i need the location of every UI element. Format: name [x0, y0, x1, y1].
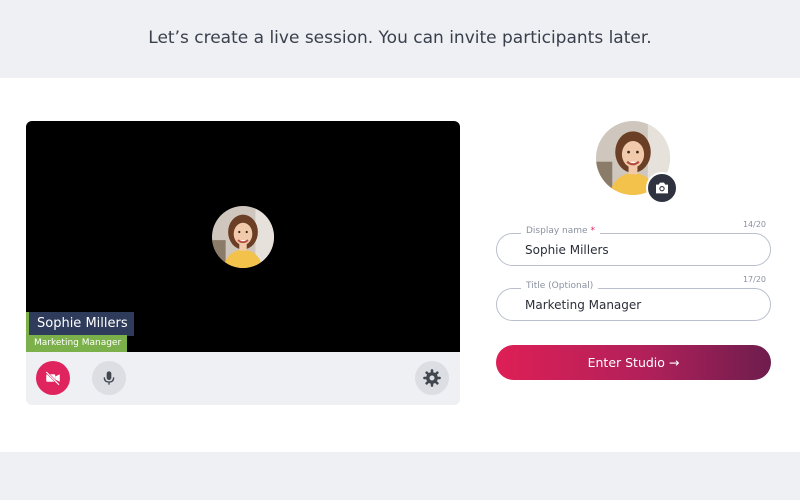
gear-icon	[423, 369, 441, 387]
display-name-counter: 14/20	[742, 220, 766, 229]
top-banner: Let’s create a live session. You can inv…	[0, 0, 800, 78]
preview-avatar	[212, 206, 274, 268]
setup-card: Sophie Millers Marketing Manager 14/20 D…	[0, 78, 800, 452]
title-label: Title (Optional)	[521, 281, 599, 291]
title-counter: 17/20	[742, 275, 766, 284]
page-heading: Let’s create a live session. You can inv…	[148, 28, 652, 48]
required-mark: *	[590, 226, 595, 236]
display-name-label: Display name *	[521, 226, 600, 236]
title-tag: Marketing Manager	[26, 335, 128, 352]
preview-controls	[26, 352, 460, 405]
title-value[interactable]: Marketing Manager	[525, 298, 641, 312]
video-off-icon	[45, 371, 60, 386]
microphone-icon	[103, 371, 115, 385]
camera-toggle-button[interactable]	[36, 361, 70, 395]
change-photo-button[interactable]	[646, 172, 678, 204]
display-name-field[interactable]: 14/20 Display name * Sophie Millers	[496, 220, 771, 266]
arrow-right-icon: →	[668, 355, 680, 370]
video-preview-panel: Sophie Millers Marketing Manager	[26, 121, 460, 405]
footer-band	[0, 452, 800, 500]
camera-icon	[656, 182, 668, 194]
settings-button[interactable]	[415, 361, 449, 395]
video-feed: Sophie Millers Marketing Manager	[26, 121, 460, 352]
microphone-toggle-button[interactable]	[92, 361, 126, 395]
enter-studio-label: Enter Studio	[587, 355, 665, 370]
title-field[interactable]: 17/20 Title (Optional) Marketing Manager	[496, 275, 771, 321]
name-tag: Sophie Millers	[26, 312, 134, 336]
display-name-value[interactable]: Sophie Millers	[525, 243, 609, 257]
enter-studio-button[interactable]: Enter Studio →	[496, 345, 771, 380]
